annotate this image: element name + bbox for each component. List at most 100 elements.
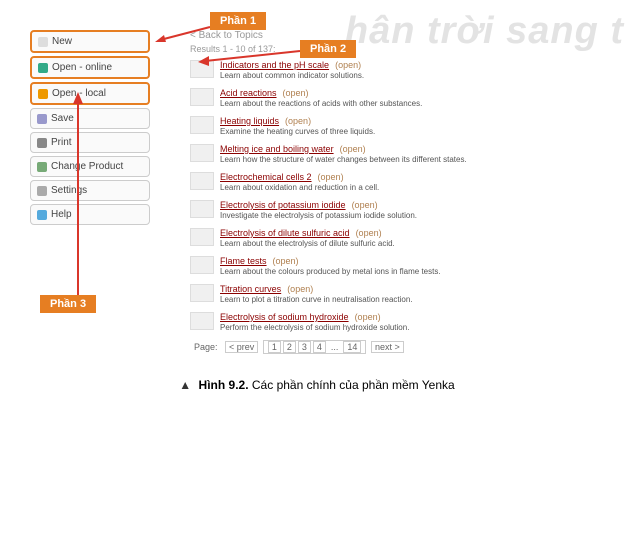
pager-page[interactable]: 3 bbox=[298, 341, 311, 353]
content-area: < Back to Topics Results 1 - 10 of 137: … bbox=[150, 30, 624, 354]
topic-title-link[interactable]: Electrolysis of dilute sulfuric acid bbox=[220, 228, 350, 238]
topic-text: Heating liquids (open)Examine the heating… bbox=[220, 116, 624, 136]
pager-label: Page: bbox=[191, 342, 221, 352]
menu-label: Help bbox=[51, 209, 72, 220]
topic-thumbnail bbox=[190, 312, 214, 330]
pager-page[interactable]: 4 bbox=[313, 341, 326, 353]
figure-number: Hình 9.2. bbox=[199, 378, 249, 392]
topic-description: Investigate the electrolysis of potassiu… bbox=[220, 211, 624, 220]
topic-row: Heating liquids (open)Examine the heating… bbox=[190, 116, 624, 136]
topic-description: Perform the electrolysis of sodium hydro… bbox=[220, 323, 624, 332]
menu-item-open-local[interactable]: Open - local bbox=[30, 82, 150, 105]
label-phan1: Phần 1 bbox=[210, 12, 266, 30]
menu-item-settings[interactable]: Settings bbox=[30, 180, 150, 201]
topic-description: Examine the heating curves of three liqu… bbox=[220, 127, 624, 136]
menu-label: Print bbox=[51, 137, 72, 148]
topic-description: Learn about common indicator solutions. bbox=[220, 71, 624, 80]
globe-icon bbox=[38, 63, 48, 73]
topic-open-link[interactable]: (open) bbox=[355, 312, 381, 322]
topic-title-link[interactable]: Electrolysis of potassium iodide bbox=[220, 200, 346, 210]
topic-title-link[interactable]: Melting ice and boiling water bbox=[220, 144, 334, 154]
topic-thumbnail bbox=[190, 284, 214, 302]
product-icon bbox=[37, 162, 47, 172]
menu-label: Open - local bbox=[52, 88, 106, 99]
topic-open-link[interactable]: (open) bbox=[335, 60, 361, 70]
topic-row: Electrolysis of dilute sulfuric acid (ope… bbox=[190, 228, 624, 248]
print-icon bbox=[37, 138, 47, 148]
menu-label: Settings bbox=[51, 185, 87, 196]
topic-description: Learn to plot a titration curve in neutr… bbox=[220, 295, 624, 304]
topic-thumbnail bbox=[190, 88, 214, 106]
pager-prev[interactable]: < prev bbox=[225, 341, 258, 353]
topic-description: Learn about the reactions of acids with … bbox=[220, 99, 624, 108]
new-icon bbox=[38, 37, 48, 47]
topic-description: Learn about oxidation and reduction in a… bbox=[220, 183, 624, 192]
menu-item-change-product[interactable]: Change Product bbox=[30, 156, 150, 177]
topic-description: Learn how the structure of water changes… bbox=[220, 155, 624, 164]
topic-row: Indicators and the pH scale (open)Learn a… bbox=[190, 60, 624, 80]
topic-text: Acid reactions (open)Learn about the reac… bbox=[220, 88, 624, 108]
topic-open-link[interactable]: (open) bbox=[287, 284, 313, 294]
topic-row: Melting ice and boiling water (open)Learn… bbox=[190, 144, 624, 164]
topic-row: Titration curves (open)Learn to plot a ti… bbox=[190, 284, 624, 304]
menu-label: Save bbox=[51, 113, 74, 124]
topic-text: Flame tests (open)Learn about the colours… bbox=[220, 256, 624, 276]
topic-open-link[interactable]: (open) bbox=[356, 228, 382, 238]
menu-item-help[interactable]: Help bbox=[30, 204, 150, 225]
topic-row: Electrolysis of potassium iodide (open)In… bbox=[190, 200, 624, 220]
topic-text: Electrochemical cells 2 (open)Learn about… bbox=[220, 172, 624, 192]
topic-thumbnail bbox=[190, 144, 214, 162]
pager: Page: < prev 1234...14 next > bbox=[190, 340, 624, 354]
topic-text: Titration curves (open)Learn to plot a ti… bbox=[220, 284, 624, 304]
topic-text: Electrolysis of sodium hydroxide (open)Pe… bbox=[220, 312, 624, 332]
figure-caption: ▲ Hình 9.2. Các phần chính của phần mềm … bbox=[0, 372, 634, 398]
topic-open-link[interactable]: (open) bbox=[352, 200, 378, 210]
topic-row: Electrolysis of sodium hydroxide (open)Pe… bbox=[190, 312, 624, 332]
topic-thumbnail bbox=[190, 172, 214, 190]
topic-thumbnail bbox=[190, 200, 214, 218]
topic-title-link[interactable]: Electrolysis of sodium hydroxide bbox=[220, 312, 349, 322]
menu-label: Change Product bbox=[51, 161, 123, 172]
topic-open-link[interactable]: (open) bbox=[283, 88, 309, 98]
topic-open-link[interactable]: (open) bbox=[273, 256, 299, 266]
menu-item-print[interactable]: Print bbox=[30, 132, 150, 153]
topic-thumbnail bbox=[190, 60, 214, 78]
label-phan3: Phần 3 bbox=[40, 295, 96, 313]
topic-title-link[interactable]: Heating liquids bbox=[220, 116, 279, 126]
topic-title-link[interactable]: Flame tests bbox=[220, 256, 267, 266]
triangle-icon: ▲ bbox=[179, 378, 191, 392]
menu-label: New bbox=[52, 36, 72, 47]
menu-item-open-online[interactable]: Open - online bbox=[30, 56, 150, 79]
topic-row: Electrochemical cells 2 (open)Learn about… bbox=[190, 172, 624, 192]
topic-title-link[interactable]: Indicators and the pH scale bbox=[220, 60, 329, 70]
pager-page: ... bbox=[328, 342, 342, 352]
topic-title-link[interactable]: Electrochemical cells 2 bbox=[220, 172, 312, 182]
topic-text: Indicators and the pH scale (open)Learn a… bbox=[220, 60, 624, 80]
menu-item-new[interactable]: New bbox=[30, 30, 150, 53]
topic-description: Learn about the electrolysis of dilute s… bbox=[220, 239, 624, 248]
topic-row: Flame tests (open)Learn about the colours… bbox=[190, 256, 624, 276]
topic-open-link[interactable]: (open) bbox=[340, 144, 366, 154]
topic-text: Electrolysis of potassium iodide (open)In… bbox=[220, 200, 624, 220]
topic-title-link[interactable]: Titration curves bbox=[220, 284, 281, 294]
topic-open-link[interactable]: (open) bbox=[318, 172, 344, 182]
topic-thumbnail bbox=[190, 256, 214, 274]
menu-item-save[interactable]: Save bbox=[30, 108, 150, 129]
menu-label: Open - online bbox=[52, 62, 112, 73]
pager-page[interactable]: 14 bbox=[343, 341, 361, 353]
back-link[interactable]: < Back to Topics bbox=[190, 30, 624, 41]
topic-text: Melting ice and boiling water (open)Learn… bbox=[220, 144, 624, 164]
pager-next[interactable]: next > bbox=[371, 341, 404, 353]
topic-thumbnail bbox=[190, 116, 214, 134]
pager-page[interactable]: 1 bbox=[268, 341, 281, 353]
topic-title-link[interactable]: Acid reactions bbox=[220, 88, 277, 98]
pager-page[interactable]: 2 bbox=[283, 341, 296, 353]
results-count: Results 1 - 10 of 137: bbox=[190, 44, 624, 54]
topic-thumbnail bbox=[190, 228, 214, 246]
topic-open-link[interactable]: (open) bbox=[285, 116, 311, 126]
figure-text: Các phần chính của phần mềm Yenka bbox=[252, 378, 455, 392]
settings-icon bbox=[37, 186, 47, 196]
save-icon bbox=[37, 114, 47, 124]
topic-row: Acid reactions (open)Learn about the reac… bbox=[190, 88, 624, 108]
topic-description: Learn about the colours produced by meta… bbox=[220, 267, 624, 276]
